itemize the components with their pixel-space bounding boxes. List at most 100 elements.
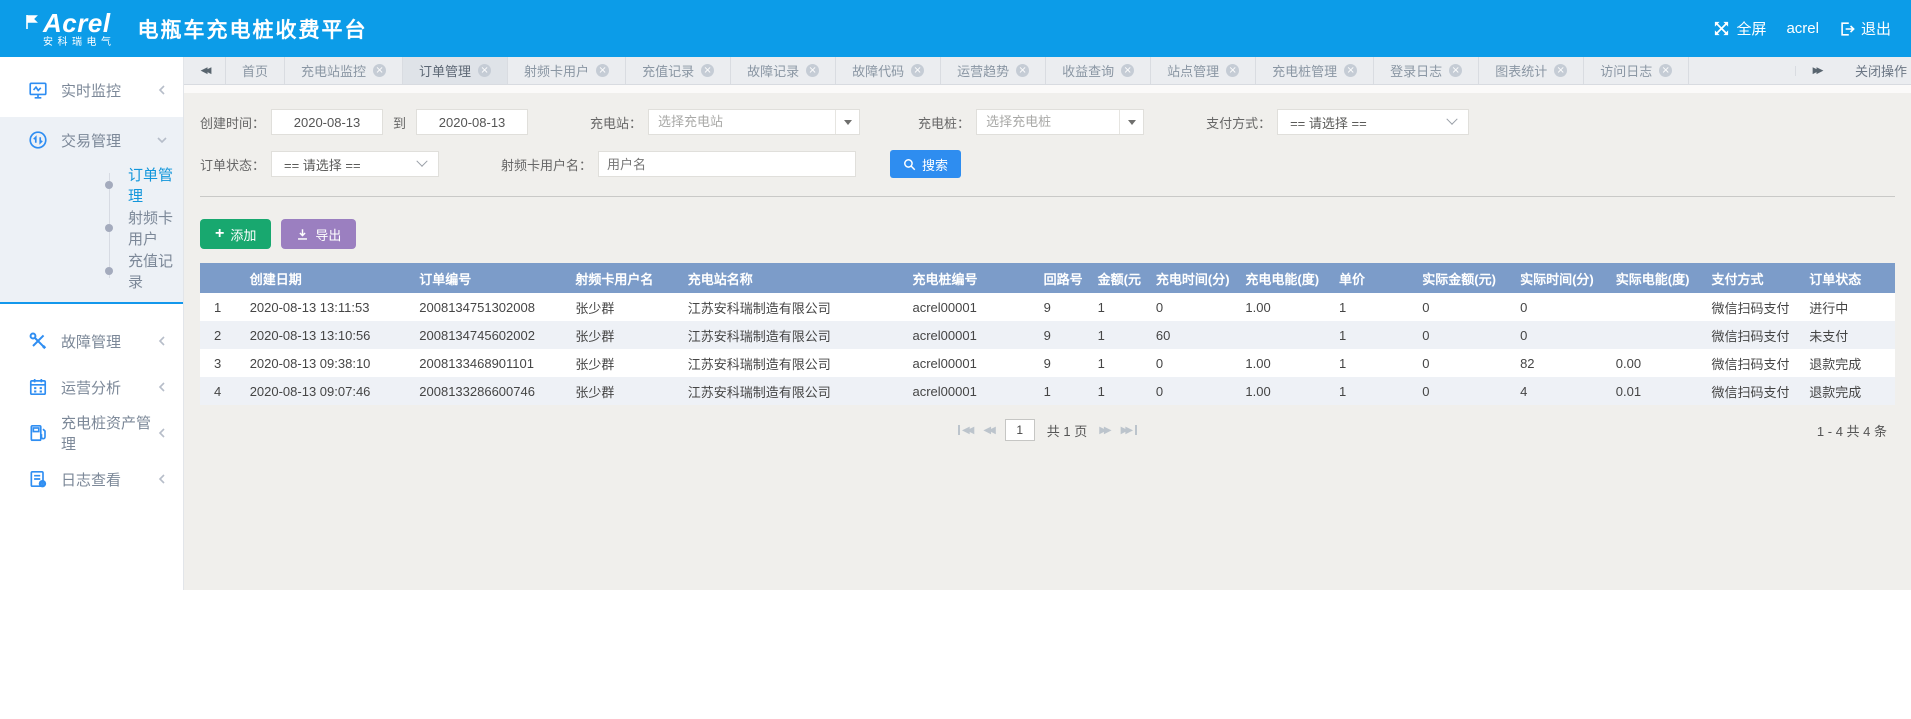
logout-icon — [1839, 21, 1855, 37]
sidebar-item-charger-asset-management[interactable]: 充电桩资产管理 — [0, 410, 183, 456]
sidebar-item-recharge-records[interactable]: 充值记录 — [0, 249, 183, 292]
table-cell: 1 — [1038, 377, 1092, 405]
tab-close-icon[interactable]: × — [1016, 64, 1029, 77]
sidebar-item-transaction-management[interactable]: 交易管理 — [0, 117, 183, 163]
add-button-label: 添加 — [230, 225, 256, 244]
table-cell: 退款完成 — [1803, 349, 1895, 377]
tab-close-icon[interactable]: × — [1554, 64, 1567, 77]
app-window: Acrel 安科瑞电气 电瓶车充电桩收费平台 全屏 acrel 退出 — [0, 0, 1911, 719]
tab-item[interactable]: 充值记录× — [626, 57, 731, 84]
sidebar-item-log-viewer[interactable]: 日志查看 — [0, 456, 183, 502]
table-header-cell: 回路号 — [1038, 263, 1092, 293]
tab-item[interactable]: 登录日志× — [1374, 57, 1479, 84]
table-cell: 9 — [1038, 321, 1092, 349]
fullscreen-button[interactable]: 全屏 — [1713, 18, 1766, 39]
last-page-button[interactable]: ▶▶ — [1121, 425, 1137, 436]
tab-close-icon[interactable]: × — [1344, 64, 1357, 77]
table-header-cell: 充电电能(度) — [1239, 263, 1333, 293]
station-placeholder: 选择充电站 — [649, 110, 835, 134]
payment-method-select[interactable]: == 请选择 == — [1277, 109, 1469, 135]
sidebar-item-fault-management[interactable]: 故障管理 — [0, 318, 183, 364]
tab-item[interactable]: 运营趋势× — [941, 57, 1046, 84]
export-button[interactable]: 导出 — [281, 219, 356, 249]
fullscreen-label: 全屏 — [1736, 18, 1766, 39]
date-from-input[interactable] — [271, 109, 383, 135]
tab-close-icon[interactable]: × — [701, 64, 714, 77]
sidebar-item-operation-analysis[interactable]: 运营分析 — [0, 364, 183, 410]
tab-close-icon[interactable]: × — [1121, 64, 1134, 77]
tab-close-icon[interactable]: × — [806, 64, 819, 77]
tab-item[interactable]: 故障记录× — [731, 57, 836, 84]
tab-close-icon[interactable]: × — [478, 64, 491, 77]
rfid-username-input[interactable] — [598, 151, 856, 177]
table-row[interactable]: 12020-08-13 13:11:532008134751302008张少群江… — [200, 293, 1895, 321]
table-cell: 0 — [1150, 377, 1239, 405]
table-cell: 0 — [1150, 349, 1239, 377]
table-row[interactable]: 22020-08-13 13:10:562008134745602002张少群江… — [200, 321, 1895, 349]
table-cell — [1239, 321, 1333, 349]
sidebar-item-realtime-monitor[interactable]: 实时监控 — [0, 67, 183, 113]
table-cell: 1.00 — [1239, 293, 1333, 321]
tab-item[interactable]: 收益查询 × — [1046, 57, 1151, 84]
tab-close-icon[interactable]: × — [1226, 64, 1239, 77]
tab-close-icon[interactable]: × — [1449, 64, 1462, 77]
tab-close-icon[interactable]: × — [373, 64, 386, 77]
tab-label: 首页 — [242, 61, 268, 80]
date-to-input[interactable] — [416, 109, 528, 135]
tab-item[interactable]: 充电站监控× — [285, 57, 403, 84]
chevron-down-icon — [1446, 114, 1457, 125]
logout-button[interactable]: 退出 — [1839, 18, 1891, 39]
tabs-scroll-left-button[interactable]: ◀◀ — [184, 57, 226, 84]
tab-item[interactable]: 故障代码× — [836, 57, 941, 84]
add-button[interactable]: + 添加 — [200, 219, 271, 249]
table-cell: 0 — [1416, 349, 1514, 377]
tab-item[interactable]: 充电桩管理× — [1256, 57, 1374, 84]
brand-flag-icon — [24, 14, 40, 30]
fullscreen-icon — [1713, 20, 1730, 37]
table-cell: 1 — [1333, 321, 1416, 349]
dropdown-arrow-icon[interactable] — [1119, 110, 1143, 134]
order-table-body: 12020-08-13 13:11:532008134751302008张少群江… — [200, 293, 1895, 405]
tabs-scroll-right-button[interactable]: ▶▶ — [1795, 66, 1837, 76]
table-row[interactable]: 32020-08-13 09:38:102008133468901101张少群江… — [200, 349, 1895, 377]
submenu-item-label: 射频卡用户 — [128, 207, 183, 249]
chevron-left-icon — [157, 85, 167, 95]
table-cell: 4 — [1514, 377, 1610, 405]
search-icon — [903, 158, 916, 171]
tab-close-icon[interactable]: × — [596, 64, 609, 77]
tab-item[interactable]: 首页 — [226, 57, 285, 84]
tab-item[interactable]: 站点管理× — [1151, 57, 1256, 84]
tab-item[interactable]: 访问日志× — [1584, 57, 1689, 84]
table-cell: acrel00001 — [906, 349, 1037, 377]
page-number-input[interactable] — [1005, 419, 1035, 441]
table-cell: 1 — [1333, 293, 1416, 321]
previous-page-button[interactable]: ◀◀ — [983, 425, 992, 436]
sidebar-group-transactions: 交易管理 订单管理 射频卡用户 充 — [0, 117, 183, 304]
sidebar-item-rfid-users[interactable]: 射频卡用户 — [0, 206, 183, 249]
table-row[interactable]: 42020-08-13 09:07:462008133286600746张少群江… — [200, 377, 1895, 405]
close-actions-menu[interactable]: 关闭操作 — [1837, 61, 1911, 80]
next-page-button[interactable]: ▶▶ — [1099, 425, 1108, 436]
table-cell: acrel00001 — [906, 321, 1037, 349]
tab-item[interactable]: 订单管理× — [403, 57, 508, 84]
first-page-button[interactable]: ◀◀ — [958, 425, 971, 436]
table-cell: 3 — [200, 349, 244, 377]
tab-label: 射频卡用户 — [524, 61, 589, 80]
dropdown-arrow-icon[interactable] — [835, 110, 859, 134]
tab-close-icon[interactable]: × — [911, 64, 924, 77]
tab-item[interactable]: 图表统计× — [1479, 57, 1584, 84]
tab-label: 收益查询 — [1062, 61, 1114, 80]
table-header-cell: 实际电能(度) — [1610, 263, 1706, 293]
search-button[interactable]: 搜索 — [890, 150, 961, 178]
pile-combobox[interactable]: 选择充电桩 — [976, 109, 1144, 135]
station-combobox[interactable]: 选择充电站 — [648, 109, 860, 135]
tab-item[interactable]: 射频卡用户 × — [508, 57, 626, 84]
table-cell: 9 — [1038, 293, 1092, 321]
submenu-item-label: 充值记录 — [128, 250, 183, 292]
sidebar-item-order-management[interactable]: 订单管理 — [0, 163, 183, 206]
sidebar-item-label: 充电桩资产管理 — [61, 412, 157, 454]
tab-close-icon[interactable]: × — [1659, 64, 1672, 77]
order-status-select[interactable]: == 请选择 == — [271, 151, 439, 177]
table-cell: 1 — [1333, 377, 1416, 405]
table-cell: 2008133468901101 — [413, 349, 569, 377]
